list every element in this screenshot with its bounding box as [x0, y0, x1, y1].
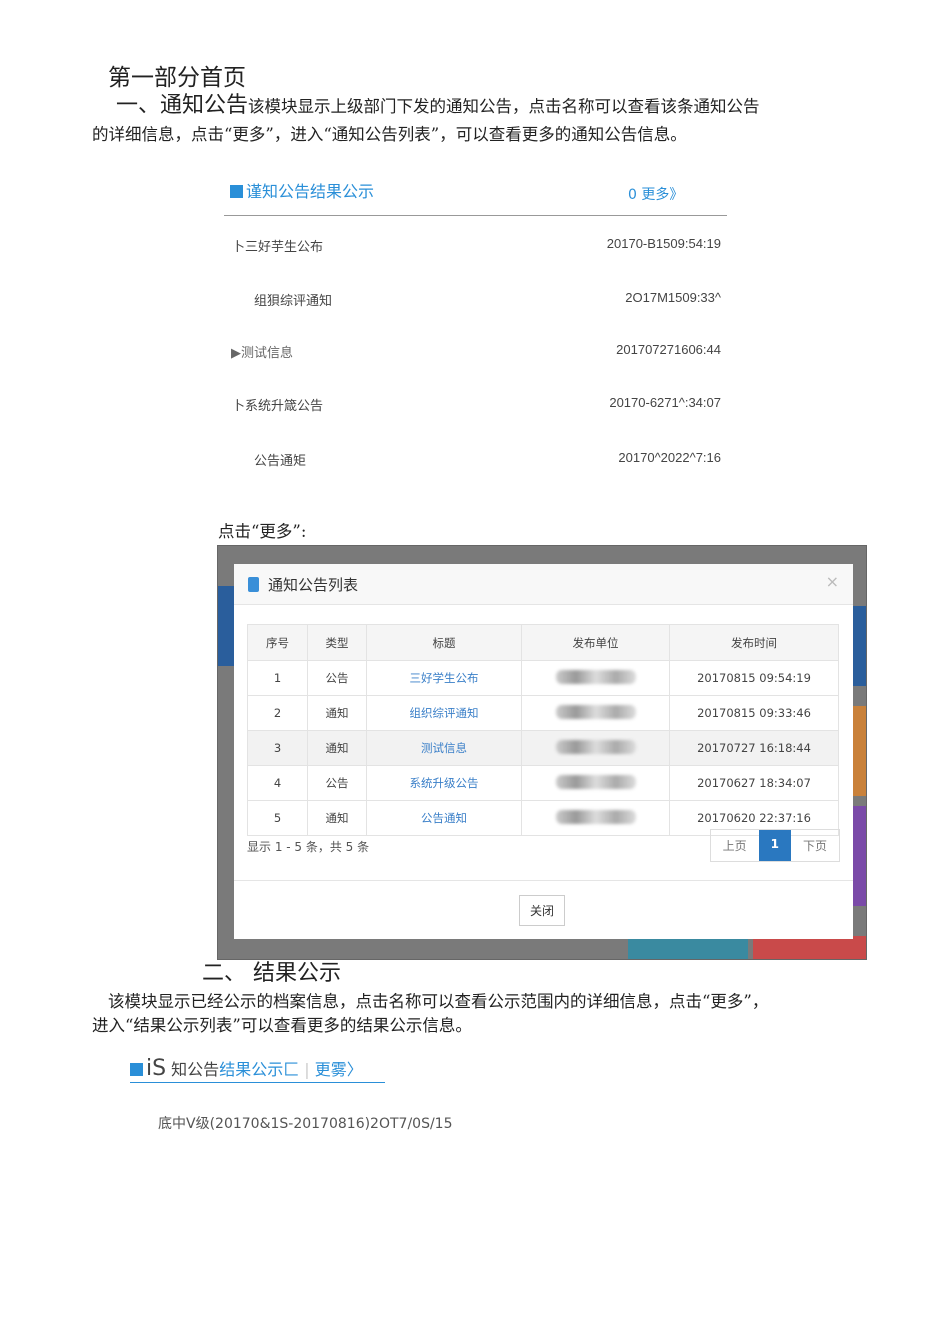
- click-more-caption: 点击“更多”:: [218, 522, 307, 541]
- screenshot: 通知公告列表 × 序号 类型 标题 发布单位 发布时间 1 公告 三好学生公布 2017081…: [217, 545, 867, 960]
- table-row: 3 通知 测试信息 20170727 16:18:44: [247, 730, 839, 766]
- notice-item[interactable]: 卜系统升箴公告: [232, 395, 323, 414]
- notice-item[interactable]: 组狽综评通知: [254, 290, 332, 309]
- result-widget-header: iS 知公告结果公示匚 | 更雾〉: [130, 1056, 385, 1083]
- cell: 公告: [307, 660, 367, 696]
- modal-header: 通知公告列表: [234, 564, 853, 605]
- cell: 通知: [307, 695, 367, 731]
- cell: 1: [247, 660, 308, 696]
- cell: 3: [247, 730, 308, 766]
- notice-time: 201707271606:44: [616, 342, 721, 357]
- result-item[interactable]: 底中Ⅴ级(20170&1S-20170816)2OT7/0S/15: [158, 1113, 453, 1133]
- cell: 通知: [307, 730, 367, 766]
- notice-time: 2O17M1509:33^: [625, 290, 721, 305]
- section1-heading: 一、通知公告: [116, 93, 249, 118]
- notice-table: 序号 类型 标题 发布单位 发布时间 1 公告 三好学生公布 20170815 09:54:1…: [247, 624, 839, 836]
- square-icon: [230, 185, 243, 198]
- title-link[interactable]: 组织综评通知: [366, 695, 522, 731]
- widget-title[interactable]: 结果公示匚: [219, 1060, 299, 1079]
- close-icon[interactable]: ×: [826, 572, 839, 591]
- next-page-button[interactable]: 下页: [791, 830, 839, 861]
- divider: [224, 215, 727, 216]
- cell-blurred: [521, 765, 670, 801]
- table-row: 4 公告 系统升级公告 20170627 18:34:07: [247, 765, 839, 801]
- cell: 公告: [307, 765, 367, 801]
- bg-panel: [628, 936, 748, 959]
- section2-heading: 二、 结果公示: [202, 961, 341, 986]
- col-header: 标题: [366, 624, 522, 661]
- title-link[interactable]: 公告通知: [366, 800, 522, 836]
- square-icon: [130, 1063, 143, 1076]
- col-header: 发布单位: [521, 624, 670, 661]
- cell-blurred: [521, 660, 670, 696]
- notice-list-modal: 通知公告列表 × 序号 类型 标题 发布单位 发布时间 1 公告 三好学生公布 2017081…: [234, 564, 853, 939]
- bg-panel: [853, 806, 866, 906]
- document-page: 第一部分首页 一、通知公告该模块显示上级部门下发的通知公告，点击名称可以查看该条…: [0, 0, 950, 1317]
- title-text: 谨知公告结果公示: [246, 182, 375, 201]
- prev-page-button[interactable]: 上页: [711, 830, 759, 861]
- notice-item[interactable]: 公告通矩: [254, 450, 306, 469]
- cell: 2: [247, 695, 308, 731]
- modal-footer: [234, 880, 853, 881]
- section1-paragraph: 一、通知公告该模块显示上级部门下发的通知公告，点击名称可以查看该条通知公告: [116, 92, 760, 121]
- bg-panel: [753, 936, 866, 959]
- title-a: 知公告: [171, 1060, 220, 1079]
- notice-time: 20170^2022^7:16: [618, 450, 721, 465]
- table-row: 2 通知 组织综评通知 20170815 09:33:46: [247, 695, 839, 731]
- col-header: 序号: [247, 624, 308, 661]
- col-header: 发布时间: [669, 624, 839, 661]
- cell: 5: [247, 800, 308, 836]
- cell: 20170815 09:54:19: [669, 660, 839, 696]
- pagination: 上页 1 下页: [709, 829, 840, 862]
- cell-blurred: [521, 695, 670, 731]
- cell-blurred: [521, 730, 670, 766]
- title-link[interactable]: 三好学生公布: [366, 660, 522, 696]
- notice-time: 20170-6271^:34:07: [609, 395, 721, 410]
- cell: 20170815 09:33:46: [669, 695, 839, 731]
- notice-item[interactable]: ▶测试信息: [231, 342, 293, 361]
- bg-panel: [218, 586, 234, 666]
- cell: 4: [247, 765, 308, 801]
- record-summary: 显示 1 - 5 条，共 5 条: [247, 840, 370, 854]
- title-link[interactable]: 测试信息: [366, 730, 522, 766]
- cell-blurred: [521, 800, 670, 836]
- close-button[interactable]: 关闭: [519, 895, 566, 926]
- cell: 通知: [307, 800, 367, 836]
- bg-panel: [853, 706, 866, 796]
- more-link[interactable]: 0 更多》: [628, 184, 683, 204]
- col-header: 类型: [307, 624, 367, 661]
- section1-paragraph-2: 的详细信息，点击“更多”，进入“通知公告列表”，可以查看更多的通知公告信息。: [92, 125, 687, 144]
- cell: 20170627 18:34:07: [669, 765, 839, 801]
- table-header: 序号 类型 标题 发布单位 发布时间: [247, 624, 839, 661]
- modal-title: 通知公告列表: [268, 575, 359, 594]
- page-1-button[interactable]: 1: [758, 830, 791, 861]
- table-row: 1 公告 三好学生公布 20170815 09:54:19: [247, 660, 839, 696]
- bg-panel: [853, 606, 866, 686]
- notice-item[interactable]: 卜三好芋生公布: [232, 236, 323, 255]
- cell: 20170727 16:18:44: [669, 730, 839, 766]
- more-link[interactable]: 更雾〉: [315, 1060, 363, 1079]
- widget-title[interactable]: 谨知公告结果公示: [230, 178, 374, 202]
- part-title: 第一部分首页: [108, 65, 246, 91]
- title-link[interactable]: 系统升级公告: [366, 765, 522, 801]
- text: 该模块显示上级部门下发的通知公告，点击名称可以查看该条通知公告: [248, 97, 760, 116]
- section2-paragraph-2: 进入“结果公示列表”可以查看更多的结果公示信息。: [92, 1016, 472, 1035]
- document-icon: [248, 576, 259, 592]
- notice-time: 20170-B1509:54:19: [606, 236, 721, 251]
- prefix: iS: [146, 1056, 167, 1081]
